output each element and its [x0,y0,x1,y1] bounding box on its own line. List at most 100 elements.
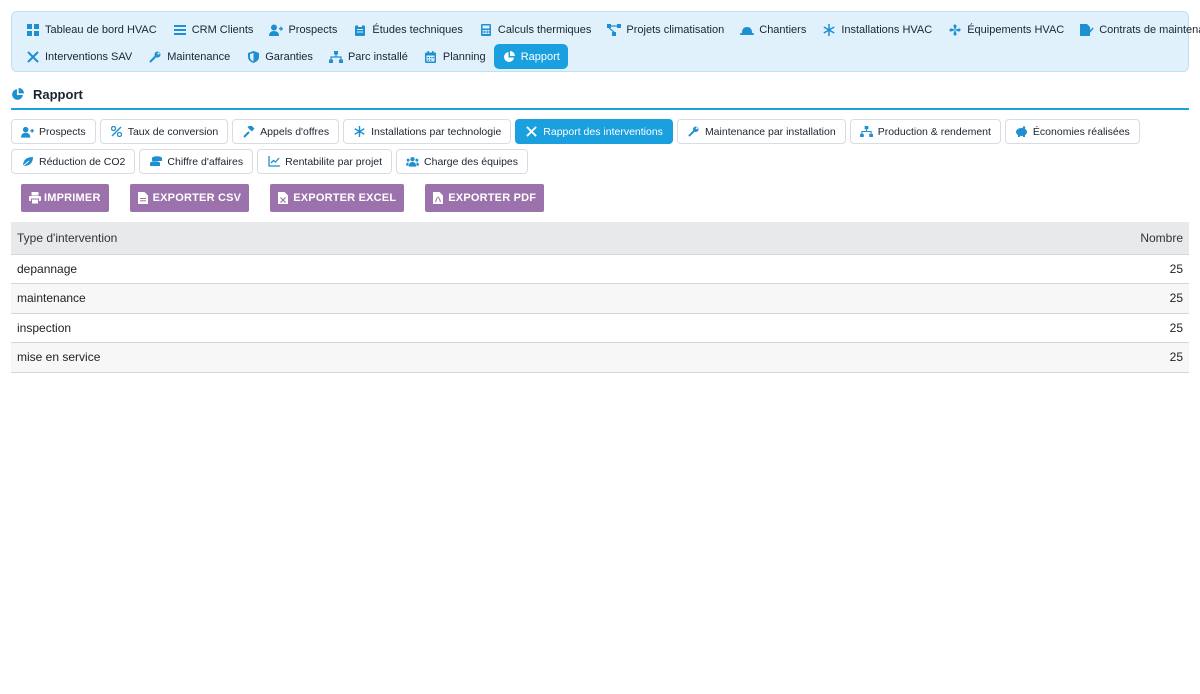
cell-count: 25 [803,313,1189,343]
nav-row-2: Interventions SAV Maintenance Garanties … [18,44,568,69]
user-plus-icon [21,125,34,138]
chart-pie-icon [502,50,516,64]
nav-item-garanties[interactable]: Garanties [238,44,321,69]
tab-maintenance-par-installation[interactable]: Maintenance par installation [676,119,846,144]
nav-label: Équipements HVAC [967,23,1065,36]
nav-item-maintenance[interactable]: Maintenance [140,44,238,69]
nav-item-installations-hvac[interactable]: Installations HVAC [814,17,940,42]
export-excel-label: Exporter Excel [293,192,397,204]
column-header-type[interactable]: Type d'intervention [11,222,804,255]
fan-icon [948,23,962,37]
file-excel-icon [278,192,290,204]
page-title: Rapport [11,87,83,102]
tab-label: Prospects [39,125,86,138]
report-tabs-row-1: Prospects Taux de conversion Appels d'of… [11,119,1144,144]
nav-item-tableau-de-bord[interactable]: Tableau de bord HVAC [18,17,165,42]
nav-label: Parc installé [347,50,408,63]
interventions-table: Type d'intervention Nombre depannage 25 … [11,222,1189,373]
export-csv-label: Exporter CSV [152,192,242,204]
tab-chiffre-d-affaires[interactable]: Chiffre d'affaires [139,149,254,174]
nav-label: Interventions SAV [45,50,133,63]
nav-item-contrats-de-maintenance[interactable]: Contrats de maintenance [1072,17,1200,42]
calendar-icon [424,50,438,64]
table-row: mise en service 25 [11,342,1189,373]
file-signature-icon [1080,23,1094,37]
cell-type: inspection [11,313,804,343]
nav-item-prospects[interactable]: Prospects [261,17,345,42]
tools-icon [26,50,40,64]
nav-label: Prospects [288,23,338,36]
file-pdf-icon [433,192,445,204]
tab-label: Chiffre d'affaires [167,155,244,168]
tab-label: Rentabilite par projet [285,155,383,168]
tab-label: Installations par technologie [371,125,502,138]
nav-label: Projets climatisation [626,23,725,36]
chart-line-icon [267,155,280,168]
list-icon [173,23,187,37]
nav-label: Contrats de maintenance [1099,23,1200,36]
export-toolbar: Imprimer Exporter CSV Exporter Excel Exp… [21,184,565,212]
table-row: inspection 25 [11,313,1189,343]
sitemap-icon [859,125,873,138]
main-navigation: Tableau de bord HVAC CRM Clients Prospec… [11,11,1200,72]
dashboard-icon [26,23,40,37]
wrench-icon [148,50,162,64]
users-icon [406,155,420,168]
nav-item-interventions-sav[interactable]: Interventions SAV [18,44,140,69]
tab-label: Économies réalisées [1032,125,1130,138]
tab-label: Appels d'offres [260,125,330,138]
nav-item-parc-installe[interactable]: Parc installé [321,44,416,69]
cell-type: depannage [11,254,804,284]
nav-item-projets-climatisation[interactable]: Projets climatisation [599,17,732,42]
coins-icon [149,155,162,168]
nav-item-rapport[interactable]: Rapport [493,44,568,69]
nav-item-calculs-thermiques[interactable]: Calculs thermiques [471,17,600,42]
piggy-bank-icon [1015,125,1028,138]
tab-label: Taux de conversion [127,125,219,138]
nav-label: Calculs thermiques [497,23,592,36]
cell-count: 25 [803,342,1189,373]
tab-label: Maintenance par installation [704,125,836,138]
print-button-label: Imprimer [44,192,101,204]
nav-label: Garanties [265,50,313,63]
nav-label: Planning [442,50,486,63]
user-plus-icon [269,23,284,37]
tab-taux-de-conversion[interactable]: Taux de conversion [99,119,229,144]
export-excel-button[interactable]: Exporter Excel [270,184,405,212]
file-csv-icon [137,192,150,204]
print-button[interactable]: Imprimer [21,184,109,212]
export-pdf-button[interactable]: Exporter PDF [425,184,545,212]
tab-charge-des-equipes[interactable]: Charge des équipes [396,149,529,174]
calculator-icon [479,23,493,37]
nav-label: Chantiers [759,23,807,36]
nav-item-planning[interactable]: Planning [416,44,494,69]
tab-appels-d-offres[interactable]: Appels d'offres [232,119,340,144]
tab-reduction-de-co2[interactable]: Réduction de CO2 [11,149,136,174]
tab-rentabilite-par-projet[interactable]: Rentabilite par projet [257,149,393,174]
nav-label: Maintenance [167,50,231,63]
export-pdf-label: Exporter PDF [448,192,537,204]
nav-item-crm-clients[interactable]: CRM Clients [165,17,262,42]
tab-rapport-des-interventions[interactable]: Rapport des interventions [515,119,673,144]
nav-label: Études techniques [372,23,463,36]
gavel-icon [242,125,255,138]
cell-count: 25 [803,254,1189,284]
tab-production-rendement[interactable]: Production & rendement [849,119,1001,144]
export-csv-button[interactable]: Exporter CSV [129,184,250,212]
print-icon [29,192,41,204]
nav-row-1: Tableau de bord HVAC CRM Clients Prospec… [18,17,1200,42]
tab-installations-par-technologie[interactable]: Installations par technologie [343,119,512,144]
column-header-nombre[interactable]: Nombre [803,222,1189,255]
shield-icon [246,50,260,64]
tab-prospects[interactable]: Prospects [11,119,96,144]
project-diagram-icon [607,23,622,37]
nav-label: CRM Clients [191,23,254,36]
nav-item-etudes-techniques[interactable]: Études techniques [345,17,471,42]
snowflake-icon [353,125,366,138]
tab-economies-realisees[interactable]: Économies réalisées [1004,119,1140,144]
cell-type: mise en service [11,342,804,373]
nav-item-equipements-hvac[interactable]: Équipements HVAC [940,17,1072,42]
nav-item-chantiers[interactable]: Chantiers [732,17,814,42]
table-header-row: Type d'intervention Nombre [11,222,1189,255]
report-tabs-row-2: Réduction de CO2 Chiffre d'affaires Rent… [11,149,532,174]
